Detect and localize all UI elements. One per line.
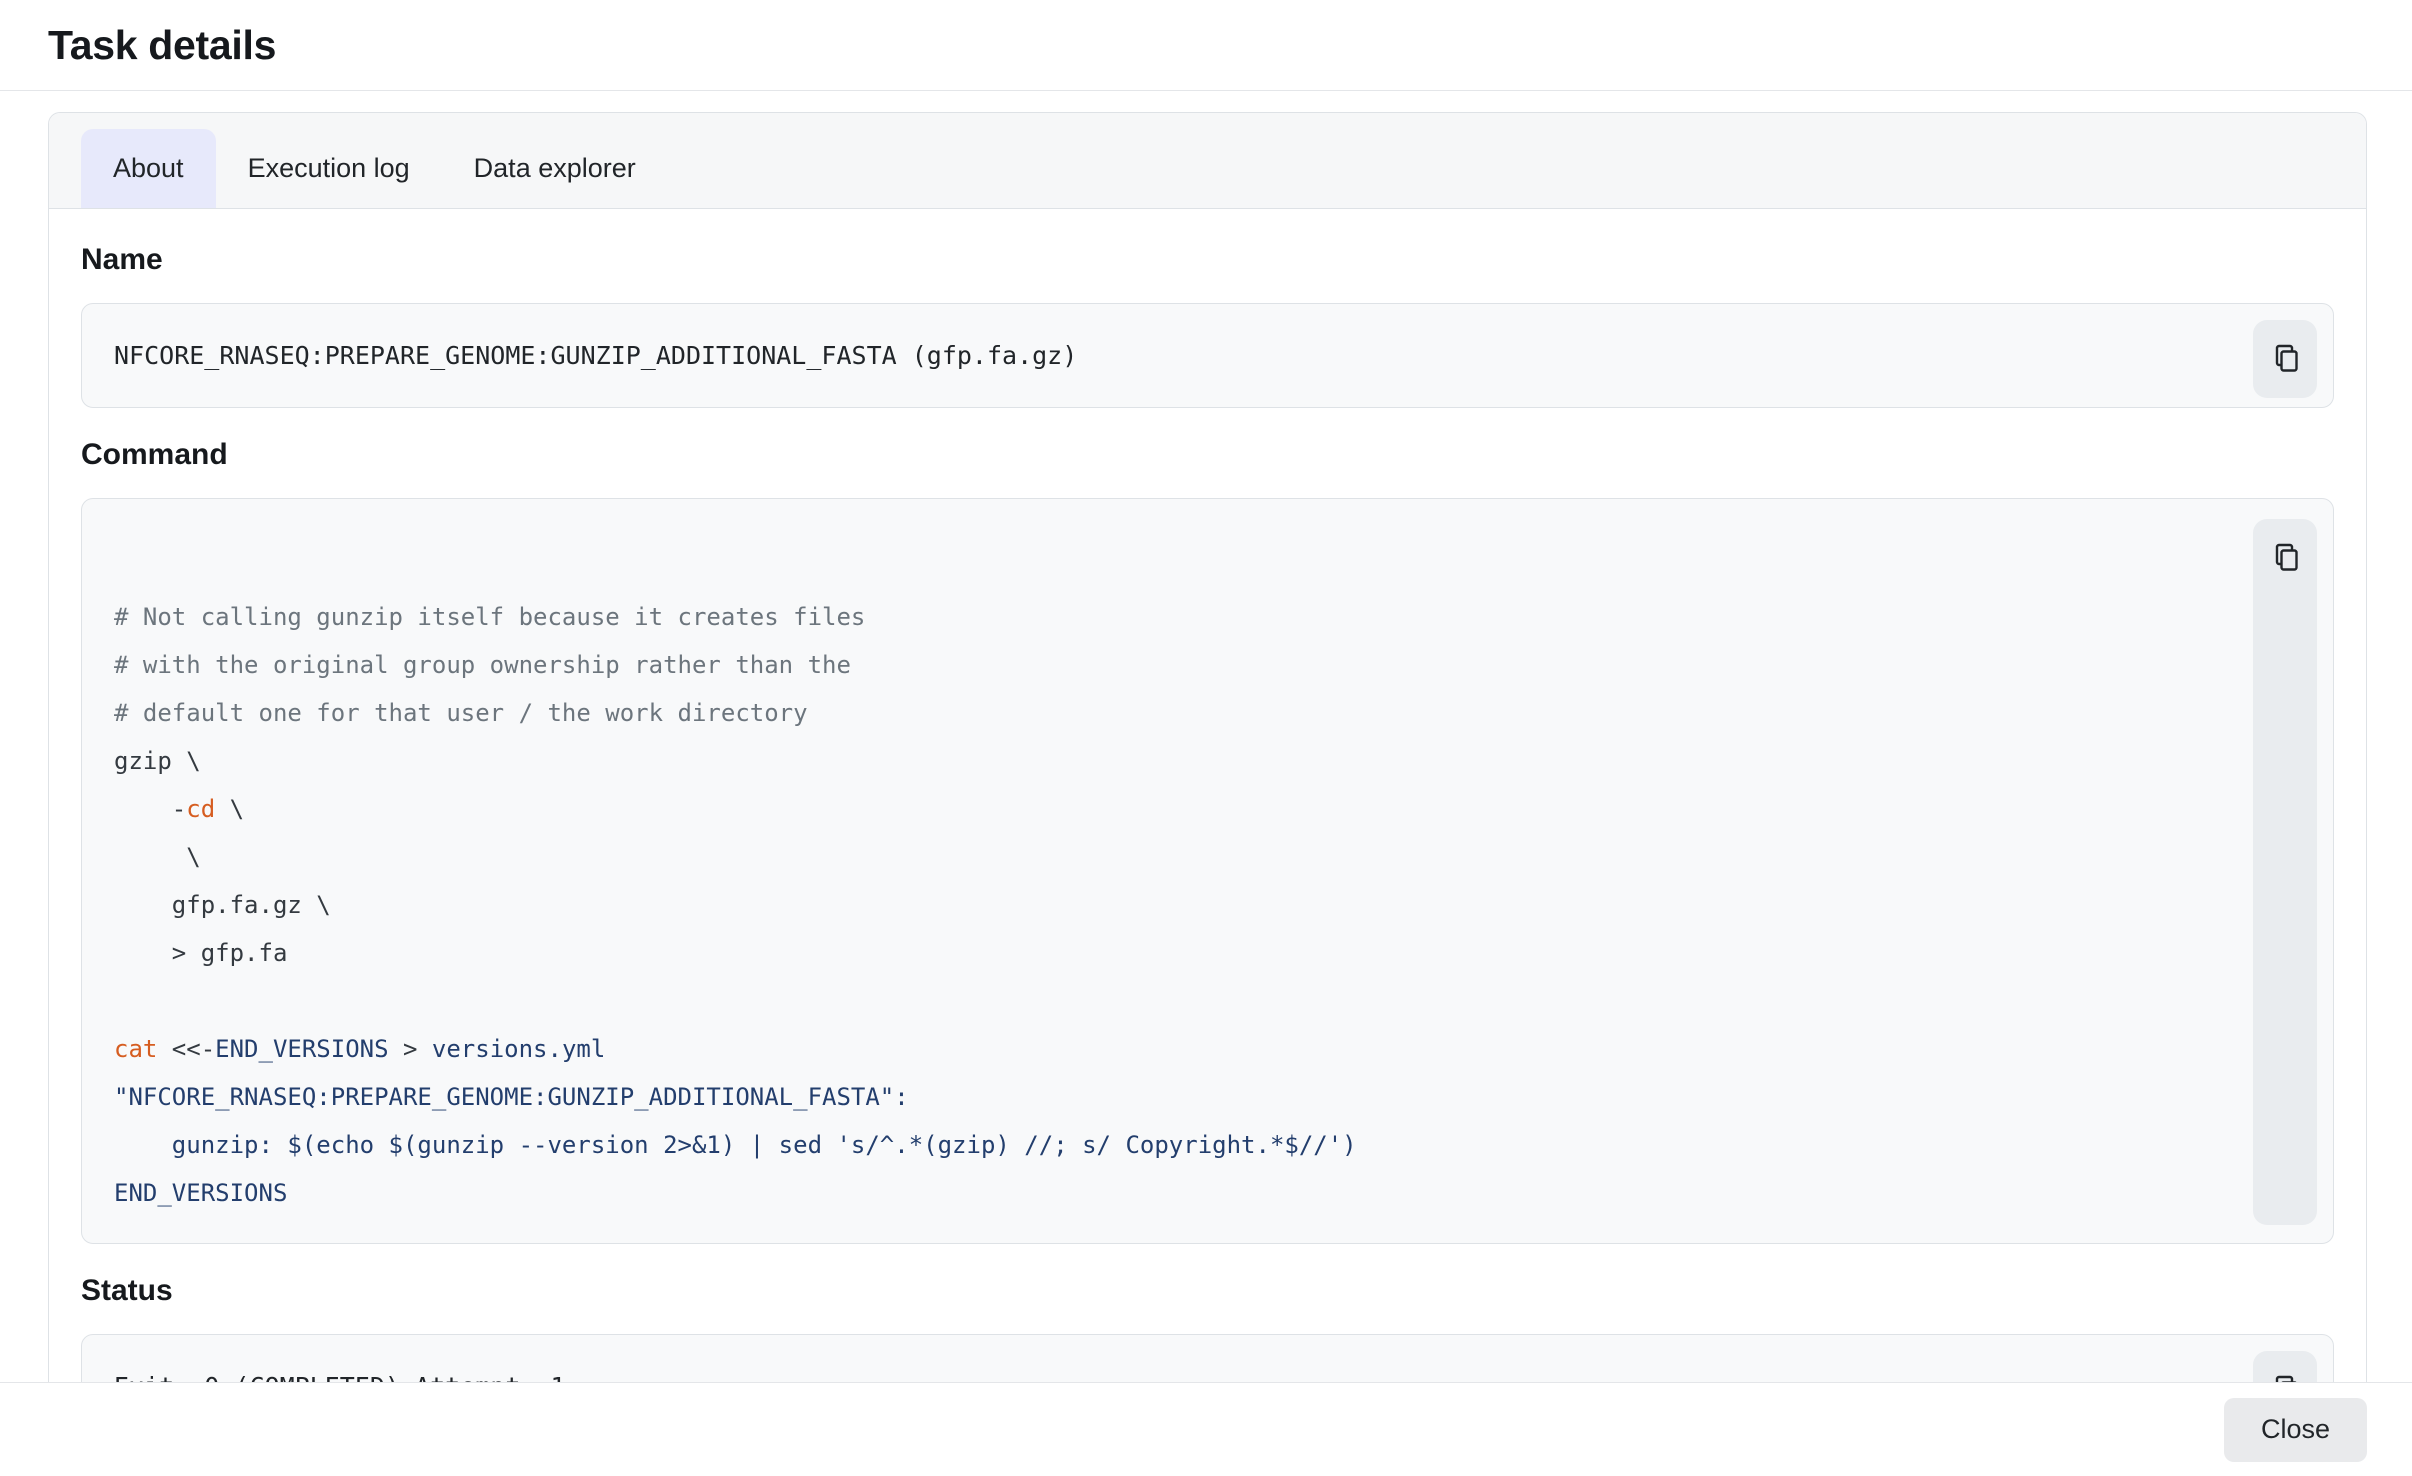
modal-body: About Execution log Data explorer Name N…	[0, 91, 2412, 1382]
name-box: NFCORE_RNASEQ:PREPARE_GENOME:GUNZIP_ADDI…	[81, 303, 2334, 408]
copy-icon	[2270, 542, 2300, 575]
name-section-heading: Name	[81, 243, 2334, 277]
code-line	[114, 977, 2213, 1025]
status-box: Exit: 0 (COMPLETED) Attempt: 1	[81, 1334, 2334, 1382]
copy-icon	[2270, 343, 2300, 376]
command-box: # Not calling gunzip itself because it c…	[81, 498, 2334, 1244]
copy-name-button[interactable]	[2253, 320, 2317, 398]
close-button[interactable]: Close	[2224, 1398, 2367, 1462]
code-line	[114, 545, 2213, 593]
code-line: gunzip: $(echo $(gunzip --version 2>&1) …	[114, 1121, 2213, 1169]
code-line: cat <<-END_VERSIONS > versions.yml	[114, 1025, 2213, 1073]
page-title: Task details	[48, 22, 276, 69]
code-line: -cd \	[114, 785, 2213, 833]
code-line: gfp.fa.gz \	[114, 881, 2213, 929]
code-line: # default one for that user / the work d…	[114, 689, 2213, 737]
tab-panel-about: Name NFCORE_RNASEQ:PREPARE_GENOME:GUNZIP…	[49, 209, 2366, 1382]
copy-command-button[interactable]	[2253, 519, 2317, 597]
task-details-modal: Task details About Execution log Data ex…	[0, 0, 2412, 1476]
tab-bar: About Execution log Data explorer	[49, 113, 2366, 209]
tab-execution-log[interactable]: Execution log	[216, 129, 442, 208]
modal-header: Task details	[0, 0, 2412, 91]
code-line: # Not calling gunzip itself because it c…	[114, 593, 2213, 641]
command-code: # Not calling gunzip itself because it c…	[114, 545, 2213, 1217]
code-line: \	[114, 833, 2213, 881]
task-name-value: NFCORE_RNASEQ:PREPARE_GENOME:GUNZIP_ADDI…	[114, 341, 1077, 370]
code-line: # with the original group ownership rath…	[114, 641, 2213, 689]
tab-about[interactable]: About	[81, 129, 216, 208]
command-scrollbar[interactable]	[2253, 519, 2317, 1225]
status-value: Exit: 0 (COMPLETED) Attempt: 1	[114, 1372, 566, 1382]
task-card: About Execution log Data explorer Name N…	[48, 112, 2367, 1382]
command-section-heading: Command	[81, 438, 2334, 472]
code-line: gzip \	[114, 737, 2213, 785]
code-line: > gfp.fa	[114, 929, 2213, 977]
copy-status-button[interactable]	[2253, 1351, 2317, 1382]
copy-icon	[2270, 1374, 2300, 1383]
tab-data-explorer[interactable]: Data explorer	[442, 129, 668, 208]
status-section-heading: Status	[81, 1274, 2334, 1308]
code-line: "NFCORE_RNASEQ:PREPARE_GENOME:GUNZIP_ADD…	[114, 1073, 2213, 1121]
modal-footer: Close	[0, 1382, 2412, 1476]
code-line: END_VERSIONS	[114, 1169, 2213, 1217]
